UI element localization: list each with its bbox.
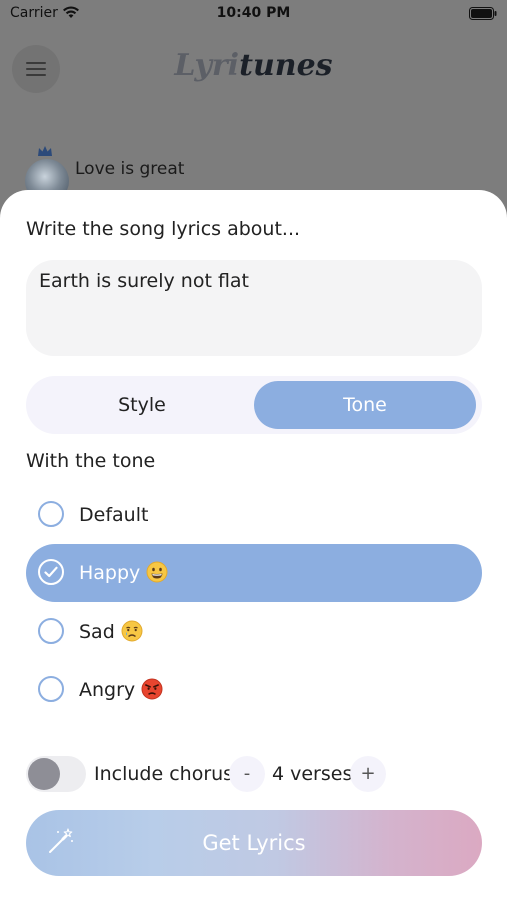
status-bar: Carrier 10:40 PM (0, 0, 507, 30)
get-lyrics-button[interactable]: Get Lyrics (26, 810, 482, 876)
crying-face-icon (121, 620, 143, 642)
segment-style[interactable]: Style (26, 376, 258, 434)
segment-tone[interactable]: Tone (254, 381, 476, 429)
list-item-title: Love is great (75, 159, 185, 179)
decrease-verses-button[interactable]: - (229, 756, 265, 792)
tone-label: Happy (79, 562, 141, 584)
tone-label: Angry (79, 679, 136, 701)
lyrics-sheet: Write the song lyrics about... Earth is … (0, 190, 507, 900)
radio-checked-icon (38, 559, 64, 585)
app-logo: Lyritunes (174, 48, 333, 83)
grinning-face-icon (146, 561, 168, 583)
increase-verses-button[interactable]: + (350, 756, 386, 792)
sheet-prompt: Write the song lyrics about... (26, 218, 301, 240)
style-tone-segmented-control: Style Tone (26, 376, 482, 434)
tone-option-angry[interactable]: Angry (26, 661, 482, 719)
battery-icon (469, 7, 497, 20)
crown-icon (38, 146, 52, 156)
get-lyrics-label: Get Lyrics (202, 831, 306, 855)
radio-icon (38, 676, 64, 702)
radio-icon (38, 618, 64, 644)
topic-input[interactable]: Earth is surely not flat (26, 260, 482, 356)
verse-count: 4 verses (272, 763, 353, 785)
radio-icon (38, 501, 64, 527)
include-chorus-toggle[interactable] (26, 756, 86, 792)
toggle-knob (28, 758, 60, 790)
tone-section-title: With the tone (26, 450, 156, 472)
tone-label: Sad (79, 621, 115, 643)
clock: 10:40 PM (216, 5, 291, 21)
tone-option-default[interactable]: Default (26, 486, 482, 544)
include-chorus-label: Include chorus (94, 763, 234, 785)
tone-label: Default (79, 504, 149, 526)
tone-option-sad[interactable]: Sad (26, 603, 482, 661)
tone-option-happy[interactable]: Happy (26, 544, 482, 602)
checkmark-icon (44, 566, 58, 578)
chorus-verses-row: Include chorus - 4 verses + (26, 754, 482, 794)
angry-face-icon (141, 678, 163, 700)
